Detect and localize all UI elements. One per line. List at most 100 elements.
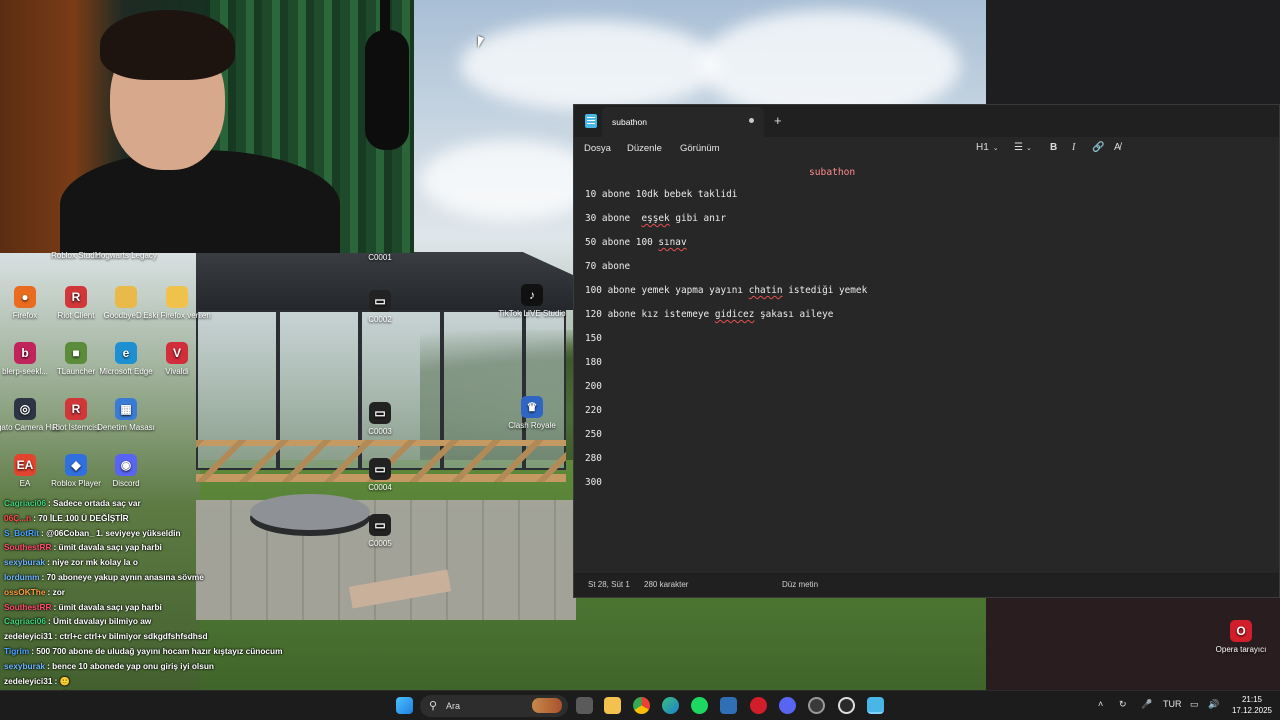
- c0003-icon: ▭: [369, 402, 391, 424]
- clear-format-icon[interactable]: A̸: [1114, 142, 1121, 153]
- riot-istemcisi-icon: R: [65, 398, 87, 420]
- link-icon[interactable]: 🔗: [1092, 142, 1104, 153]
- clock[interactable]: 21:15 17.12.2025: [1228, 694, 1276, 716]
- tab-title: subathon: [612, 117, 647, 127]
- vivaldi-icon: V: [166, 342, 188, 364]
- menu-duzenle[interactable]: Düzenle: [627, 143, 662, 154]
- notepad-line: 50 abone 100 sınav: [585, 237, 687, 248]
- desktop-icon-label: Opera tarayıcı: [1215, 645, 1267, 654]
- ea-icon: EA: [14, 454, 36, 476]
- c0002-icon: ▭: [369, 290, 391, 312]
- chat-username: Tigrim: [4, 646, 30, 656]
- notepad-line: 150: [585, 333, 602, 344]
- chat-username: S_BotRit: [4, 527, 40, 538]
- cloud: [460, 20, 720, 110]
- notepad-line: 250: [585, 429, 602, 440]
- desktop-icon-label: Denetim Masası: [97, 423, 155, 432]
- chat-message: Cagriaci06: Sadece ortada saç var: [4, 498, 141, 508]
- discord-icon: ◉: [115, 454, 137, 476]
- desktop-icon-c0003[interactable]: ▭ C0003: [342, 402, 418, 437]
- misspelled-word[interactable]: chatin: [749, 285, 783, 296]
- chat-message: lordumm: 70 aboneye yakup aynın anasına …: [4, 572, 204, 582]
- desktop-icon-label: C0004: [368, 483, 392, 492]
- desktop-icon-vivaldi[interactable]: V Vivaldi: [139, 342, 215, 377]
- tab-subathon[interactable]: subathon: [602, 107, 764, 137]
- chat-text: : 70 aboneye yakup aynın anasına sövme: [41, 572, 204, 582]
- notepad-titlebar[interactable]: subathon +: [574, 105, 1279, 137]
- blerp-icon: b: [14, 342, 36, 364]
- desktop-icon-eski-firefox[interactable]: Eski Firefox verileri: [139, 286, 215, 321]
- menu-gorunum[interactable]: Görünüm: [680, 143, 720, 154]
- bold-button[interactable]: B: [1050, 142, 1057, 153]
- desktop-icon-tiktok[interactable]: ♪ TikTok LIVE Studio: [494, 284, 570, 319]
- chat-message: Cagriaci06: Ümit davalayı bilmiyo aw: [4, 616, 151, 626]
- desktop-icon-clash[interactable]: ♛ Clash Royale: [494, 396, 570, 431]
- obs-icon[interactable]: [808, 697, 825, 714]
- chat-message: S_BotRit: @06Coban_ 1. seviyeye yükseldi…: [4, 528, 181, 538]
- chat-message: ossOKThe: zor: [4, 587, 65, 597]
- chat-message: sexyburak: niye zor mk kolay la o: [4, 557, 138, 567]
- edge-icon[interactable]: [662, 697, 679, 714]
- misspelled-word[interactable]: sınav: [658, 237, 686, 248]
- eski-firefox-icon: [166, 286, 188, 308]
- spotify-icon[interactable]: [691, 697, 708, 714]
- desktop-icon-denetim[interactable]: ▦ Denetim Masası: [88, 398, 164, 433]
- taskbar: ⚲ Ara ˄ ↻ 🎤 TUR ▭ 🔊 21:15 17.12.2025: [0, 690, 1280, 720]
- chat-username: zedeleyici31: [4, 675, 53, 686]
- italic-button[interactable]: I: [1072, 142, 1075, 153]
- language-indicator[interactable]: TUR: [1163, 699, 1182, 709]
- sync-icon[interactable]: ↻: [1119, 699, 1127, 710]
- chat-text: : bence 10 abonede yap onu giriş iyi ols…: [47, 660, 214, 671]
- desktop-icon-c0005[interactable]: ▭ C0005: [342, 514, 418, 549]
- desktop-icon-opera[interactable]: O Opera tarayıcı: [1203, 620, 1279, 655]
- notepad-editor[interactable]: subathon 10 abone 10dk bebek taklidi 30 a…: [574, 165, 1279, 575]
- steam-icon[interactable]: [720, 697, 737, 714]
- discord-icon[interactable]: [779, 697, 796, 714]
- unsaved-dot-icon[interactable]: [749, 118, 754, 123]
- notepad-taskbar-icon[interactable]: [867, 697, 884, 714]
- chat-text: : 70 İLE 100 Ü DEĞİŞTİR: [33, 512, 129, 523]
- file-explorer-icon[interactable]: [604, 697, 621, 714]
- text-format[interactable]: Düz metin: [782, 580, 818, 589]
- chat-message: Tigrim: 500 700 abone de uludağ yayını h…: [4, 646, 283, 656]
- chat-username: Cagriaci06: [4, 616, 46, 627]
- mouse-cursor: [478, 36, 484, 48]
- desktop-icon-c0001[interactable]: C0001: [342, 250, 418, 263]
- tiktok-icon: ♪: [521, 284, 543, 306]
- settings-icon[interactable]: [838, 697, 855, 714]
- webcam-overlay: [0, 0, 414, 253]
- start-button-windows-icon[interactable]: [396, 697, 413, 714]
- microphone-icon[interactable]: 🎤: [1141, 699, 1152, 710]
- desktop-icon-c0002[interactable]: ▭ C0002: [342, 290, 418, 325]
- desktop-icon-label: TikTok LIVE Studio: [498, 309, 566, 318]
- chat-username: ossOKThe: [4, 586, 46, 597]
- notepad-window[interactable]: subathon + Dosya Düzenle Görünüm H1 ⌄ ☰ ⌄ …: [573, 104, 1280, 598]
- desktop-icon-label: Hogwarts Legacy: [95, 251, 157, 260]
- opera-icon[interactable]: [750, 697, 767, 714]
- volume-icon[interactable]: 🔊: [1208, 699, 1219, 710]
- misspelled-word[interactable]: gidicez: [715, 309, 755, 320]
- notepad-line: 220: [585, 405, 602, 416]
- new-tab-button[interactable]: +: [774, 113, 782, 128]
- list-dropdown[interactable]: ☰ ⌄: [1014, 142, 1032, 153]
- chat-message: 06Ç...n: 70 İLE 100 Ü DEĞİŞTİR: [4, 513, 129, 523]
- chrome-icon[interactable]: [633, 697, 650, 714]
- desktop-icon-hogwarts[interactable]: Hogwarts Legacy: [88, 248, 164, 261]
- menu-dosya[interactable]: Dosya: [584, 143, 611, 154]
- taskbar-search[interactable]: ⚲ Ara: [420, 695, 568, 717]
- desktop-icon-c0004[interactable]: ▭ C0004: [342, 458, 418, 493]
- chevron-up-icon[interactable]: ˄: [1098, 699, 1103, 709]
- chat-username: Cagriaci06: [4, 498, 46, 508]
- streamer-shirt: [60, 150, 340, 253]
- misspelled-word[interactable]: eşşek: [641, 213, 669, 224]
- chevron-down-icon: ⌄: [1025, 145, 1032, 152]
- chat-text: : Sadece ortada saç var: [47, 498, 141, 508]
- chat-username: sexyburak: [4, 557, 46, 568]
- chat-text: : ümit davala saçı yap harbi: [53, 542, 162, 553]
- chat-message: sexyburak: bence 10 abonede yap onu giri…: [4, 661, 214, 671]
- display-icon[interactable]: ▭: [1190, 699, 1199, 710]
- list-icon: ☰: [1014, 142, 1023, 153]
- desktop-icon-discord[interactable]: ◉ Discord: [88, 454, 164, 489]
- task-view-icon[interactable]: [576, 697, 593, 714]
- heading-dropdown[interactable]: H1 ⌄: [976, 142, 999, 153]
